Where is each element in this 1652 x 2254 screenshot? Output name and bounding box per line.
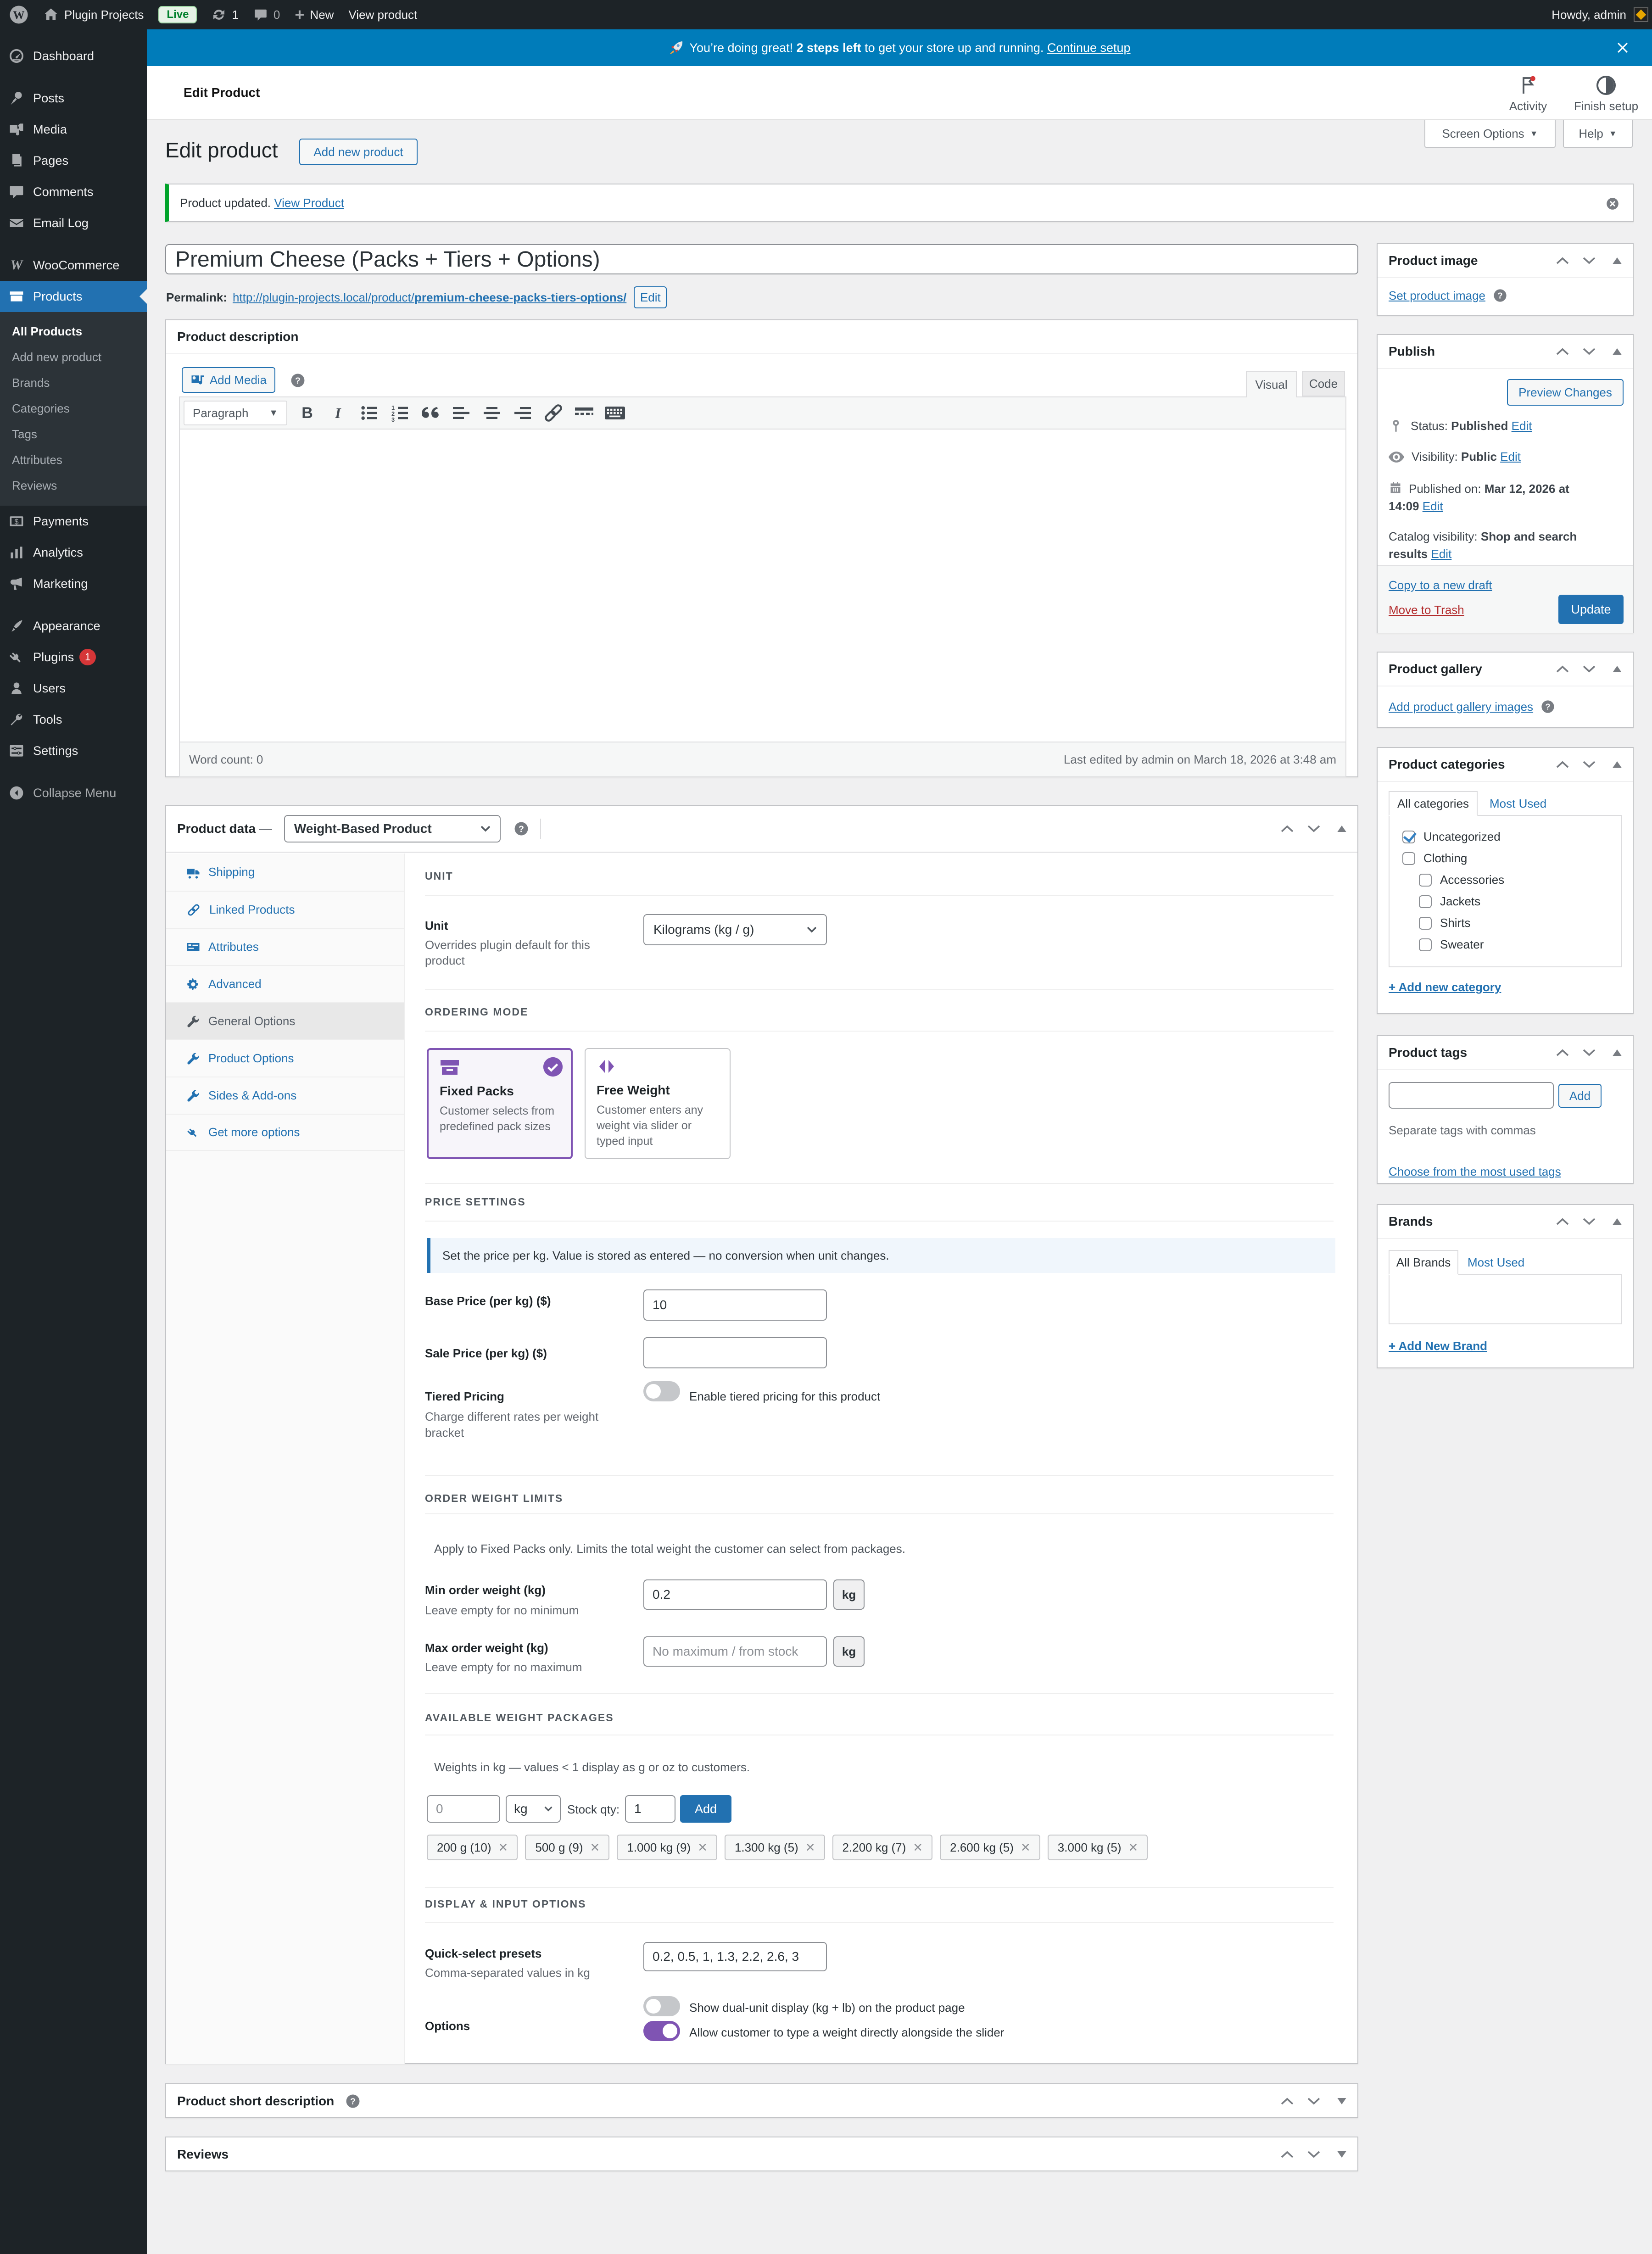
svg-text:$: $ [14, 518, 18, 526]
svg-text:?: ? [1497, 290, 1502, 300]
svg-text:?: ? [295, 376, 301, 386]
svg-text:?: ? [350, 2097, 356, 2107]
svg-text:?: ? [519, 824, 524, 834]
svg-text:?: ? [1545, 702, 1550, 711]
svg-text:3: 3 [391, 416, 395, 422]
svg-text:W: W [13, 9, 24, 22]
